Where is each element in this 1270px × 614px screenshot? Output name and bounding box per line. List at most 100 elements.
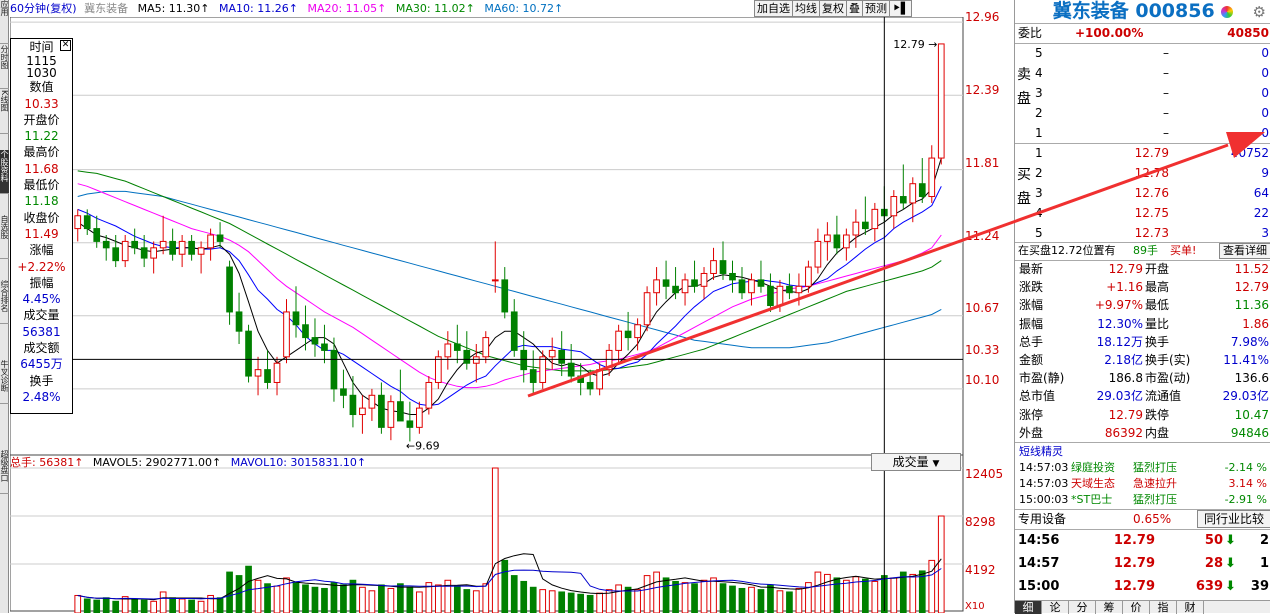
quote-row: 最新 12.79 开盘 11.52 (1015, 260, 1270, 278)
buy-level-row[interactable]: 2 12.78 9 (1033, 163, 1270, 183)
quote-row: 涨幅 +9.97% 最低 11.36 (1015, 296, 1270, 314)
volume-bar (321, 587, 328, 613)
tick-time: 14:56 (1018, 533, 1060, 548)
gear-icon[interactable]: ⚙ (1253, 3, 1266, 21)
quote-key: 跌停 (1145, 407, 1170, 422)
info-amt: 6455万 (20, 357, 63, 372)
candle-body (340, 388, 347, 396)
buy-volume: 3 (1261, 226, 1269, 240)
color-wheel-icon[interactable] (1221, 5, 1234, 18)
quote-value: 29.03亿 (1222, 389, 1269, 404)
candle-body (529, 369, 537, 383)
volume-bar (548, 590, 556, 613)
sell-price: – (1163, 86, 1169, 100)
candle-body (102, 240, 110, 249)
sell-level-row[interactable]: 2 – 0 (1033, 103, 1270, 123)
price-tick: 12.39 (965, 83, 1000, 97)
adjust-button[interactable]: 复权 (820, 0, 847, 17)
candle-body (719, 260, 727, 274)
candle-body (767, 285, 774, 307)
ma20-label: MA20: 11.05↑ (307, 2, 387, 15)
candle-body (169, 240, 176, 255)
candle-body (937, 43, 945, 159)
signal-row[interactable]: 14:57:03 绿庭投资 猛烈打压 -2.14 % (1015, 460, 1270, 476)
quote-row: 涨停 12.79 跌停 10.47 (1015, 406, 1270, 424)
quote-key: 最新 (1019, 262, 1044, 276)
candle-body (93, 228, 101, 242)
period-label[interactable]: 60分钟(复权) (10, 2, 77, 15)
sell-level-row[interactable]: 3 – 0 (1033, 83, 1270, 103)
volume-bar (216, 597, 224, 613)
view-detail-button[interactable]: 查看详细 (1219, 243, 1270, 259)
volume-bar (596, 592, 603, 613)
sell-volume: 0 (1261, 46, 1269, 60)
candle-body (159, 240, 167, 249)
mavol5-line (77, 553, 942, 601)
candle-body (852, 221, 860, 236)
signal-time: 14:57:03 (1019, 477, 1069, 490)
volume-bar (691, 583, 698, 613)
volume-bar (197, 600, 205, 613)
indicator-dropdown[interactable]: 成交量 ▼ (871, 453, 961, 471)
sell-book: 卖盘 5 – 0 4 – 0 3 – 0 2 – 0 1 – 0 (1015, 43, 1270, 143)
candle-body (321, 343, 328, 351)
sell-level-row[interactable]: 4 – 0 (1033, 63, 1270, 83)
bottom-tab-0[interactable]: 细 (1015, 601, 1042, 614)
quote-row: 外盘 86392 内盘 94846 (1015, 424, 1270, 442)
signal-stock: 绿庭投资 (1071, 461, 1115, 474)
left-tab-3[interactable]: 个股资料 (0, 150, 9, 194)
left-tab-5[interactable]: 综合排名 (0, 280, 9, 324)
candle-body (824, 234, 831, 242)
candle-body (416, 407, 423, 428)
bottom-tab-4[interactable]: 价 (1123, 601, 1150, 614)
industry-compare-button[interactable]: 同行业比较 (1197, 510, 1270, 528)
buy-level-row[interactable]: 3 12.76 64 (1033, 183, 1270, 203)
pin-icon[interactable]: ⯈▌ (890, 0, 913, 17)
bottom-tab-2[interactable]: 分 (1069, 601, 1096, 614)
ma-lines-button[interactable]: 均线 (793, 0, 820, 17)
moving-averages (77, 157, 942, 415)
volume-bar (463, 589, 471, 613)
kline-chart[interactable]: 12.79 → ←9.69 (10, 17, 965, 613)
buy-level-row[interactable]: 4 12.75 22 (1033, 203, 1270, 223)
sell-volume: 0 (1261, 66, 1269, 80)
left-tab-4[interactable]: 自选股 (0, 215, 9, 259)
info-turn-label: 换手 (29, 373, 54, 388)
candle-body (292, 311, 300, 326)
candle-body (83, 215, 91, 230)
left-tab-2[interactable]: K线图 (0, 90, 9, 134)
info-high: 11.68 (24, 161, 59, 176)
quote-value: 11.41% (1223, 353, 1269, 367)
quote-value: 94846 (1230, 425, 1269, 440)
buy-level-row[interactable]: 1 12.79 40752 (1033, 143, 1270, 163)
bottom-tab-1[interactable]: 论 (1042, 601, 1069, 614)
buy-side-label: 买盘 (1017, 167, 1031, 207)
buy-level-row[interactable]: 5 12.73 3 (1033, 223, 1270, 243)
buy-volume: 40752 (1230, 146, 1269, 160)
bottom-tab-5[interactable]: 指 (1150, 601, 1177, 614)
volume-bar (188, 599, 195, 613)
sell-level-row[interactable]: 5 – 0 (1033, 43, 1270, 63)
overlay-button[interactable]: 叠 (847, 0, 863, 17)
signal-row[interactable]: 14:57:03 天域生态 急速拉升 3.14 % (1015, 476, 1270, 492)
tick-volume: 50 (1204, 533, 1223, 548)
large-order-text: 在买盘12.72位置有 (1018, 244, 1116, 257)
buy-level: 2 (1035, 166, 1043, 180)
candle-body (491, 279, 499, 282)
left-tab-0[interactable]: 应用 (0, 0, 9, 44)
left-tab-6[interactable]: 牛叉诊断 (0, 360, 9, 404)
candle-body (359, 407, 366, 416)
bottom-tab-3[interactable]: 筹 (1096, 601, 1123, 614)
bottom-tab-6[interactable]: 财 (1177, 601, 1204, 614)
crosshair (10, 17, 963, 611)
forecast-button[interactable]: 预测 (863, 0, 890, 17)
signal-row[interactable]: 15:00:03 *ST巴士 猛烈打压 -2.91 % (1015, 492, 1270, 508)
close-icon[interactable]: ✕ (60, 40, 71, 51)
left-tab-1[interactable]: 分时图 (0, 45, 9, 89)
left-tab-7[interactable]: 超级盘口 (0, 450, 9, 494)
sell-price: – (1163, 126, 1169, 140)
add-watchlist-button[interactable]: 加自选 (754, 0, 793, 17)
sell-level-row[interactable]: 1 – 0 (1033, 123, 1270, 143)
stock-name-label: 冀东装备 (84, 2, 129, 15)
quote-key: 总手 (1019, 334, 1044, 349)
